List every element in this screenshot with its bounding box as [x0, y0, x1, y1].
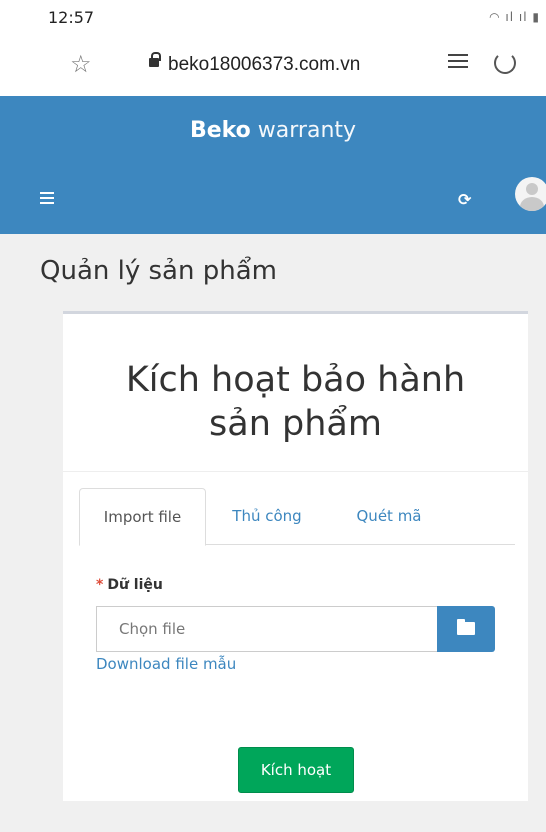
brand-subtitle: warranty — [257, 118, 357, 143]
status-icons: ◠ ıl ıl ▮ — [489, 10, 540, 24]
activation-card: Kích hoạt bảo hành sản phẩm Import file … — [63, 311, 528, 801]
status-bar: 12:57 ◠ ıl ıl ▮ — [0, 0, 546, 36]
required-mark: * — [96, 577, 104, 593]
data-field-label: * Dữ liệu — [96, 577, 163, 593]
card-title-line2: sản phẩm — [209, 404, 382, 444]
menu-icon[interactable] — [40, 192, 54, 207]
folder-open-icon — [457, 619, 475, 635]
activate-button[interactable]: Kích hoạt — [238, 747, 354, 793]
reader-mode-icon[interactable] — [448, 54, 468, 74]
reload-icon[interactable] — [494, 52, 516, 74]
url-bar[interactable]: beko18006373.com.vn — [168, 54, 360, 76]
browse-file-button[interactable] — [437, 606, 495, 652]
avatar[interactable] — [515, 177, 546, 211]
tab-bar: Import file Thủ công Quét mã — [79, 488, 515, 546]
status-time: 12:57 — [48, 8, 95, 27]
download-template-link[interactable]: Download file mẫu — [96, 655, 236, 673]
card-title-line1: Kích hoạt bảo hành — [125, 360, 466, 400]
card-divider — [63, 471, 528, 472]
browser-bar: ☆ beko18006373.com.vn — [0, 36, 546, 96]
tab-import-file[interactable]: Import file — [79, 488, 206, 546]
page-title: Quản lý sản phẩm — [40, 256, 277, 286]
file-input[interactable]: Chọn file — [96, 606, 437, 652]
brand-name: Beko — [189, 118, 251, 143]
data-field-label-text: Dữ liệu — [107, 577, 163, 593]
app-header: Beko warranty ⟳ — [0, 96, 546, 234]
tab-scan-code[interactable]: Quét mã — [335, 488, 443, 545]
brand-logo[interactable]: Beko warranty — [0, 118, 546, 143]
tab-manual[interactable]: Thủ công — [212, 488, 322, 545]
card-title: Kích hoạt bảo hành sản phẩm — [63, 358, 528, 446]
lock-icon[interactable] — [149, 52, 161, 67]
star-icon[interactable]: ☆ — [70, 50, 92, 78]
refresh-icon[interactable]: ⟳ — [458, 190, 471, 209]
